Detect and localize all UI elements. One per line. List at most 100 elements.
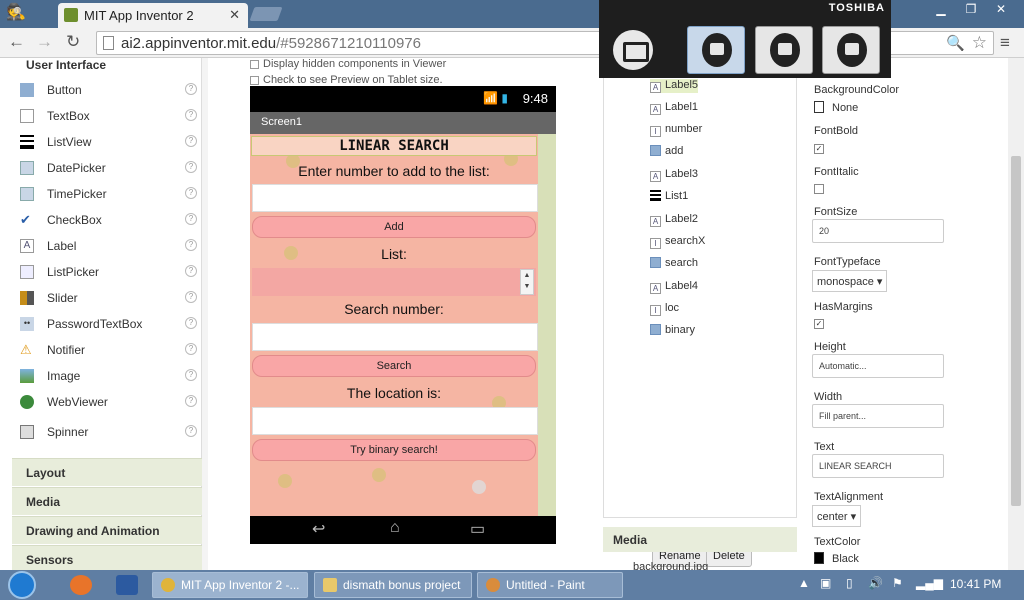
help-icon[interactable]: ? <box>185 291 197 303</box>
scrollbar-thumb[interactable] <box>1011 156 1021 506</box>
palette-item-spinner[interactable]: Spinner? <box>12 420 202 446</box>
help-icon[interactable]: ? <box>185 161 197 173</box>
location-label[interactable]: The location is: <box>250 385 538 401</box>
drawer-drawing-animation[interactable]: Drawing and Animation <box>12 516 202 544</box>
page-scrollbar[interactable] <box>1008 58 1024 570</box>
palette-header[interactable]: User Interface <box>26 58 106 72</box>
palette-item-notifier[interactable]: ⚠ Notifier? <box>12 338 202 364</box>
component-item[interactable]: add <box>650 145 683 157</box>
fontitalic-checkbox[interactable] <box>814 184 824 194</box>
close-tab-icon[interactable]: ✕ <box>229 7 240 23</box>
search-button[interactable]: Search <box>252 355 536 377</box>
palette-item-webviewer[interactable]: WebViewer? <box>12 390 202 416</box>
tray-network-icon[interactable]: ▣ <box>820 576 831 590</box>
loc-textbox[interactable] <box>252 407 538 435</box>
palette-item-timepicker[interactable]: TimePicker? <box>12 182 202 208</box>
bookmark-star-icon[interactable]: ☆ <box>972 33 987 53</box>
taskbar-folder-window[interactable]: dismath bonus project <box>314 572 472 598</box>
palette-item-passwordtextbox[interactable]: •• PasswordTextBox? <box>12 312 202 338</box>
help-icon[interactable]: ? <box>185 109 197 121</box>
camera-capture-button[interactable] <box>603 24 665 76</box>
textalignment-dropdown[interactable]: center ▾ <box>812 505 862 527</box>
prop-textcolor-picker[interactable]: Black <box>814 552 859 565</box>
palette-item-datepicker[interactable]: DatePicker? <box>12 156 202 182</box>
hidden-components-checkbox[interactable]: Display hidden components in Viewer <box>250 58 446 70</box>
tray-expand-icon[interactable]: ▲ <box>798 576 810 590</box>
palette-item-listpicker[interactable]: ListPicker? <box>12 260 202 286</box>
tray-battery-icon[interactable]: ▯ <box>846 576 853 590</box>
binary-search-button[interactable]: Try binary search! <box>252 439 536 461</box>
close-window-icon[interactable]: ✕ <box>986 2 1016 16</box>
palette-item-listview[interactable]: ListView? <box>12 130 202 156</box>
chrome-menu-icon[interactable]: ≡ <box>1000 33 1010 53</box>
searchx-textbox[interactable] <box>252 323 538 351</box>
drawer-sensors[interactable]: Sensors <box>12 545 202 573</box>
palette-item-slider[interactable]: Slider? <box>12 286 202 312</box>
help-icon[interactable]: ? <box>185 425 197 437</box>
text-input[interactable]: LINEAR SEARCH <box>812 454 944 478</box>
help-icon[interactable]: ? <box>185 83 197 95</box>
restore-icon[interactable]: ❐ <box>956 2 986 16</box>
browser-tab[interactable]: MIT App Inventor 2 ✕ <box>58 3 248 28</box>
firefox-icon[interactable] <box>70 575 92 595</box>
tray-signal-icon[interactable]: ▂▄▆ <box>916 576 943 590</box>
width-input[interactable]: Fill parent... <box>812 404 944 428</box>
component-item[interactable]: A Label1 <box>650 101 698 115</box>
zoom-icon[interactable]: 🔍 <box>946 34 965 52</box>
new-tab-button[interactable] <box>249 7 283 21</box>
visual-studio-icon[interactable] <box>116 575 138 595</box>
reload-icon[interactable]: ↻ <box>66 32 80 52</box>
minimize-icon[interactable]: ▁ <box>926 2 956 16</box>
tray-volume-icon[interactable]: 🔊 <box>868 576 883 590</box>
add-button[interactable]: Add <box>252 216 536 238</box>
palette-item-button[interactable]: Button? <box>12 78 202 104</box>
component-item[interactable]: binary <box>650 324 695 336</box>
help-icon[interactable]: ? <box>185 213 197 225</box>
screen-scrollbar[interactable] <box>538 134 556 516</box>
heading-label[interactable]: LINEAR SEARCH <box>251 136 537 156</box>
help-icon[interactable]: ? <box>185 239 197 251</box>
prop-backgroundcolor-picker[interactable]: None <box>814 101 858 114</box>
number-textbox[interactable] <box>252 184 538 212</box>
tablet-preview-checkbox[interactable]: Check to see Preview on Tablet size. <box>250 74 443 86</box>
drawer-media[interactable]: Media <box>12 487 202 515</box>
help-icon[interactable]: ? <box>185 135 197 147</box>
component-item[interactable]: A Label5 <box>650 79 699 93</box>
start-button[interactable] <box>8 571 36 599</box>
webcam-settings-button[interactable] <box>822 26 880 74</box>
back-arrow-icon[interactable]: ← <box>8 32 25 52</box>
component-item[interactable]: A Label3 <box>650 168 698 182</box>
enter-number-label[interactable]: Enter number to add to the list: <box>250 163 538 179</box>
list-view[interactable]: ▲ ▼ <box>252 268 536 296</box>
help-icon[interactable]: ? <box>185 265 197 277</box>
palette-item-label[interactable]: A Label? <box>12 234 202 260</box>
search-number-label[interactable]: Search number: <box>250 301 538 317</box>
component-item[interactable]: search <box>650 257 698 269</box>
palette-item-image[interactable]: Image? <box>12 364 202 390</box>
help-icon[interactable]: ? <box>185 187 197 199</box>
height-input[interactable]: Automatic... <box>812 354 944 378</box>
webcam-effects-button[interactable] <box>755 26 813 74</box>
help-icon[interactable]: ? <box>185 395 197 407</box>
taskbar-clock[interactable]: 10:41 PM <box>950 577 1001 591</box>
component-item[interactable]: List1 <box>650 190 688 202</box>
component-item[interactable]: Iloc <box>650 302 679 316</box>
help-icon[interactable]: ? <box>185 369 197 381</box>
component-item[interactable]: A Label2 <box>650 213 698 227</box>
component-item[interactable]: Inumber <box>650 123 702 137</box>
taskbar-chrome-window[interactable]: MIT App Inventor 2 -... <box>152 572 308 598</box>
tray-flag-icon[interactable]: ⚑ <box>892 576 903 590</box>
forward-arrow-icon[interactable]: → <box>36 32 53 52</box>
palette-item-checkbox[interactable]: ✔ CheckBox? <box>12 208 202 234</box>
taskbar-paint-window[interactable]: Untitled - Paint <box>477 572 623 598</box>
palette-item-textbox[interactable]: TextBox? <box>12 104 202 130</box>
drawer-layout[interactable]: Layout <box>12 458 202 486</box>
help-icon[interactable]: ? <box>185 317 197 329</box>
list-label[interactable]: List: <box>250 246 538 262</box>
listview-scroll-icon[interactable]: ▲ ▼ <box>520 269 534 295</box>
fontbold-checkbox[interactable]: ✓ <box>814 144 824 154</box>
webcam-mode-button[interactable] <box>687 26 745 74</box>
fonttypeface-dropdown[interactable]: monospace ▾ <box>812 270 888 292</box>
component-item[interactable]: IsearchX <box>650 235 705 249</box>
help-icon[interactable]: ? <box>185 343 197 355</box>
